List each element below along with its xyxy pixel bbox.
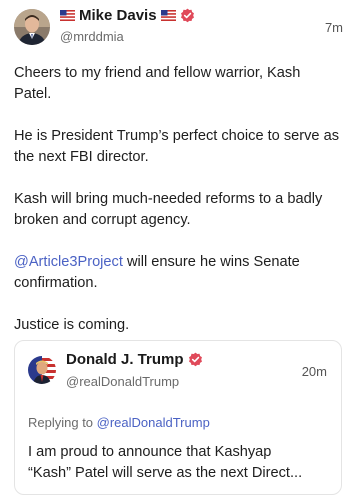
author-avatar[interactable] bbox=[14, 9, 50, 45]
author-handle[interactable]: @mrddmia bbox=[60, 29, 124, 44]
mention-link[interactable]: @Article3Project bbox=[14, 254, 123, 270]
replying-to-label: Replying to bbox=[28, 415, 97, 430]
us-flag-icon bbox=[160, 10, 176, 21]
quoted-post-text: I am proud to announce that Kashyap “Kas… bbox=[28, 442, 333, 484]
post-body: Cheers to my friend and fellow warrior, … bbox=[14, 63, 339, 357]
author-name: Mike Davis bbox=[79, 7, 157, 24]
author-name-row[interactable]: Mike Davis bbox=[60, 7, 195, 24]
verified-badge-icon bbox=[180, 8, 194, 23]
us-flag-icon bbox=[60, 10, 75, 21]
quoted-author-name-row[interactable]: Donald J. Trump bbox=[66, 351, 203, 368]
quoted-author-name: Donald J. Trump bbox=[66, 351, 184, 368]
quoted-post-timestamp[interactable]: 20m bbox=[302, 364, 327, 379]
post-paragraph: Cheers to my friend and fellow warrior, … bbox=[14, 65, 301, 102]
post-paragraph: Kash will bring much-needed reforms to a… bbox=[14, 191, 323, 228]
post-paragraph: @Article3Project will ensure he wins Sen… bbox=[14, 252, 339, 294]
replying-to-line: Replying to @realDonaldTrump bbox=[28, 415, 210, 430]
post-paragraph: He is President Trump’s perfect choice t… bbox=[14, 128, 339, 165]
quoted-author-handle[interactable]: @realDonaldTrump bbox=[66, 374, 179, 389]
quoted-post-card[interactable]: Donald J. Trump @realDonaldTrump 20m Rep… bbox=[14, 340, 342, 495]
verified-badge-icon bbox=[188, 352, 202, 367]
reply-mention-link[interactable]: @realDonaldTrump bbox=[97, 415, 210, 430]
quoted-author-avatar[interactable] bbox=[28, 356, 56, 384]
post-card: Mike Davis @mrddmia 7m Cheers to my frie… bbox=[0, 0, 357, 500]
quoted-post-text-line: I am proud to announce that Kashyap bbox=[28, 444, 272, 460]
post-timestamp[interactable]: 7m bbox=[325, 20, 343, 35]
quoted-post-text-line: “Kash” Patel will serve as the next Dire… bbox=[28, 465, 303, 481]
post-paragraph: Justice is coming. bbox=[14, 317, 130, 333]
